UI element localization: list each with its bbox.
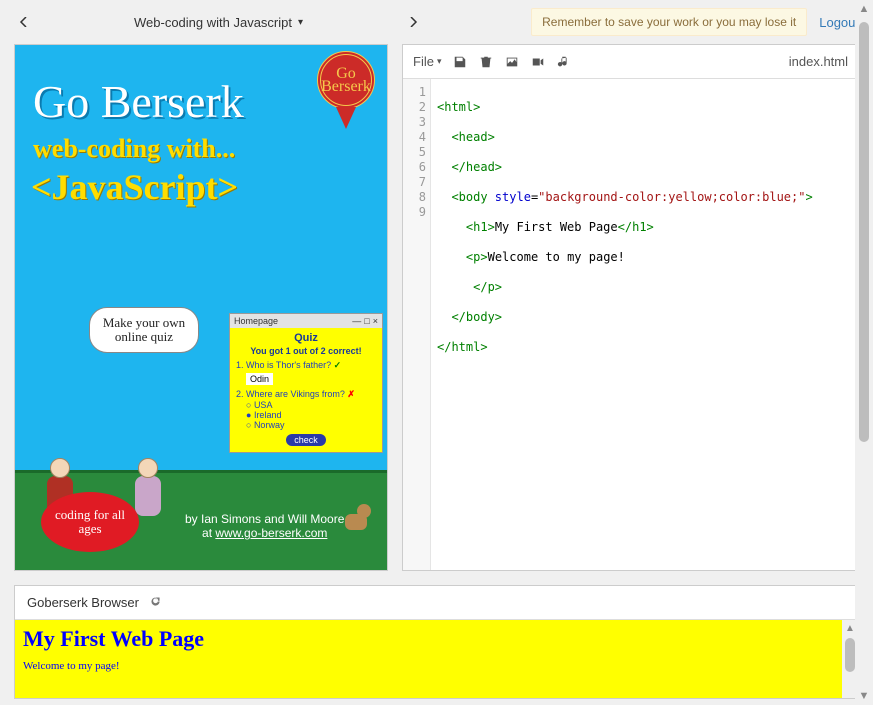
book-cover-panel: Go Berserk Go Berserk web-coding with...…	[14, 44, 388, 571]
scroll-thumb[interactable]	[845, 638, 855, 672]
speech-bubble-1: Make your own online quiz	[89, 307, 199, 353]
quiz-q1: 1. Who is Thor's father? ✓	[236, 360, 376, 371]
window-controls: —□×	[349, 316, 378, 326]
scroll-down-icon[interactable]: ▼	[855, 687, 873, 705]
save-reminder-banner: Remember to save your work or you may lo…	[531, 8, 807, 36]
lesson-title: Web-coding with Javascript	[134, 15, 292, 30]
next-button[interactable]	[403, 12, 423, 32]
quiz-q1-answer: Odin	[246, 373, 273, 385]
caret-down-icon: ▾	[298, 17, 303, 28]
file-menu[interactable]: File▾	[413, 54, 441, 69]
cross-icon: ✗	[347, 389, 355, 399]
audio-icon[interactable]	[557, 55, 571, 69]
character-girl	[135, 458, 161, 516]
award-rosette: Go Berserk	[317, 51, 375, 129]
editor-panel: File▾ index.html 123 456 789 <html> <hea…	[402, 44, 859, 571]
lesson-title-dropdown[interactable]: Web-coding with Javascript ▾	[134, 15, 303, 30]
code-area[interactable]: 123 456 789 <html> <head> </head> <body …	[403, 79, 858, 570]
prev-button[interactable]	[14, 12, 34, 32]
quiz-score: You got 1 out of 2 correct!	[236, 346, 376, 356]
preview-body: My First Web Page Welcome to my page! ▲	[15, 620, 858, 698]
caret-down-icon: ▾	[437, 56, 442, 67]
refresh-icon[interactable]	[149, 595, 162, 611]
filename-label: index.html	[789, 54, 848, 69]
preview-panel: Goberserk Browser My First Web Page Welc…	[14, 585, 859, 699]
quiz-q2: 2. Where are Vikings from? ✗	[236, 389, 376, 400]
page-scrollbar[interactable]: ▲ ▼	[855, 0, 873, 705]
byline-authors: by Ian Simons and Will Moore	[185, 512, 344, 526]
rendered-page: My First Web Page Welcome to my page!	[15, 620, 842, 698]
editor-toolbar: File▾ index.html	[403, 45, 858, 79]
line-gutter: 123 456 789	[403, 79, 431, 570]
preview-title: Goberserk Browser	[27, 595, 139, 610]
ribbon-icon	[336, 107, 356, 129]
trash-icon[interactable]	[479, 55, 493, 69]
quiz-tab-label: Homepage	[234, 316, 278, 326]
rendered-p: Welcome to my page!	[23, 660, 834, 672]
quiz-window: Homepage —□× Quiz You got 1 out of 2 cor…	[229, 313, 383, 453]
app-root: Web-coding with Javascript ▾ Remember to…	[0, 0, 873, 705]
byline: by Ian Simons and Will Moore at www.go-b…	[185, 512, 344, 540]
check-icon: ✓	[334, 360, 342, 370]
scroll-up-icon[interactable]: ▲	[855, 0, 873, 18]
quiz-title: Quiz	[236, 332, 376, 344]
main-area: Go Berserk Go Berserk web-coding with...…	[0, 44, 873, 571]
quiz-body: Quiz You got 1 out of 2 correct! 1. Who …	[230, 328, 382, 452]
award-badge: Go Berserk	[317, 51, 375, 109]
quiz-check-button: check	[286, 434, 326, 446]
top-bar: Web-coding with Javascript ▾ Remember to…	[0, 0, 873, 44]
rendered-h1: My First Web Page	[23, 626, 834, 652]
preview-header: Goberserk Browser	[15, 586, 858, 620]
quiz-window-bar: Homepage —□×	[230, 314, 382, 328]
video-icon[interactable]	[531, 55, 545, 69]
quiz-opt: ○ USA	[246, 400, 376, 410]
subtitle-line2: <JavaScript>	[15, 164, 387, 208]
code-content[interactable]: <html> <head> </head> <body style="backg…	[431, 79, 813, 570]
save-icon[interactable]	[453, 55, 467, 69]
image-icon[interactable]	[505, 55, 519, 69]
quiz-opt: ○ Norway	[246, 420, 376, 430]
ages-badge: coding for all ages	[41, 492, 139, 552]
byline-url-line: at www.go-berserk.com	[185, 526, 344, 540]
subtitle-line1: web-coding with...	[15, 128, 387, 164]
book-cover: Go Berserk Go Berserk web-coding with...…	[15, 45, 387, 570]
scroll-track[interactable]	[855, 18, 873, 687]
quiz-opt: ● Ireland	[246, 410, 376, 420]
scroll-thumb[interactable]	[859, 22, 869, 442]
logout-link[interactable]: Logout	[819, 15, 859, 30]
